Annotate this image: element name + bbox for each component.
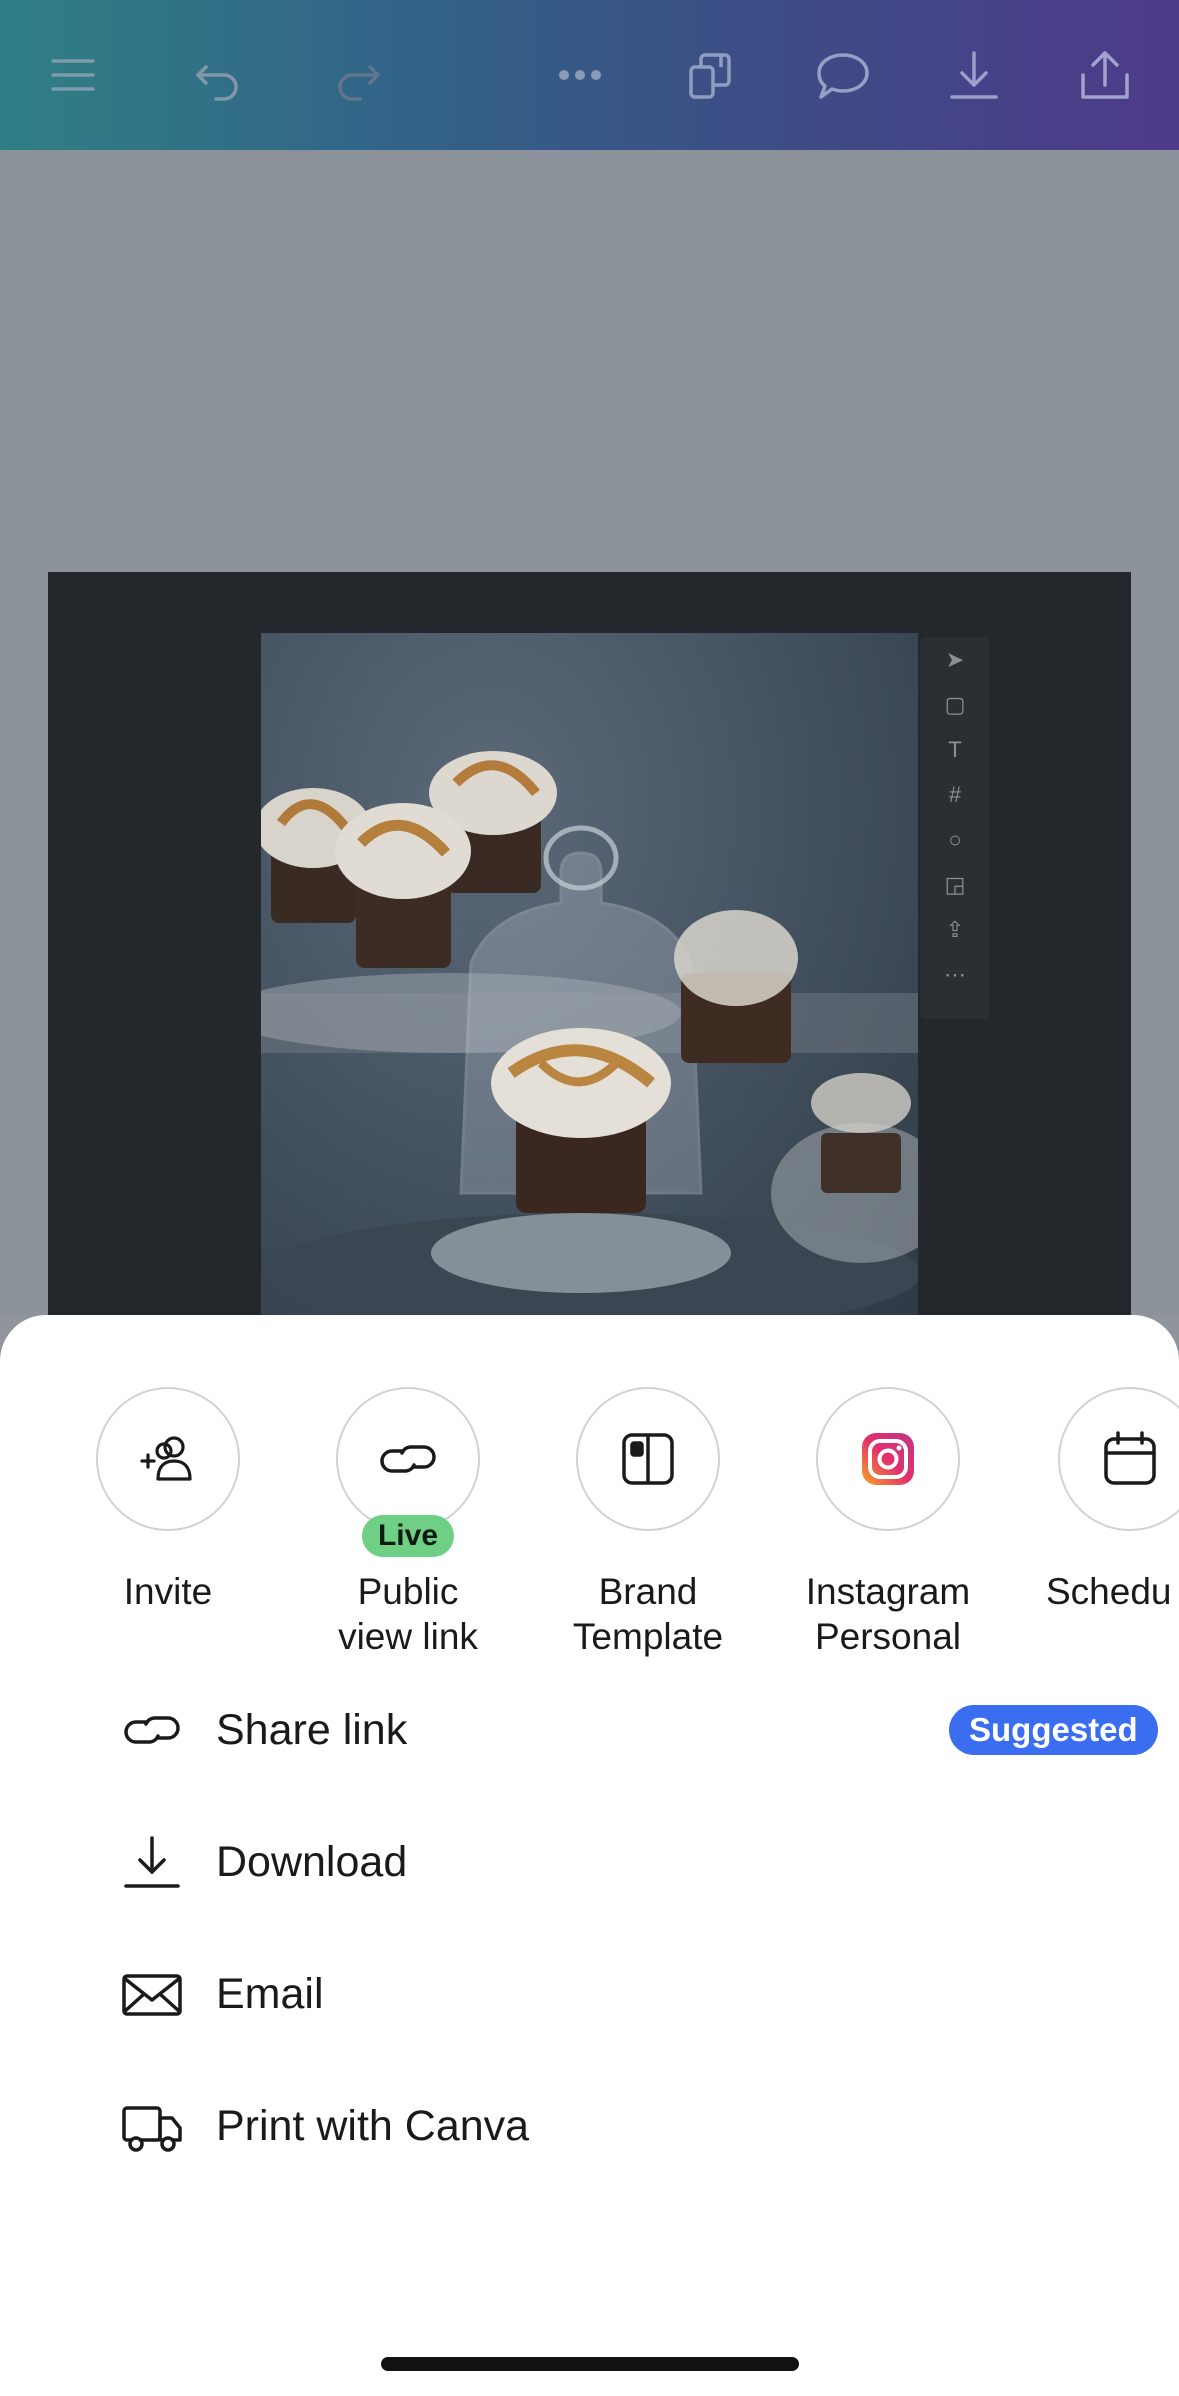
print-label: Print with Canva — [216, 2101, 530, 2150]
share-option-label: Instagram Personal — [805, 1571, 971, 1657]
email-label: Email — [216, 1969, 324, 2018]
brand-template-button[interactable] — [576, 1387, 720, 1531]
share-link-row[interactable]: Share link Suggested — [120, 1685, 1158, 1775]
schedule-button[interactable] — [1058, 1387, 1179, 1531]
top-toolbar — [0, 0, 1179, 150]
print-row[interactable]: Print with Canva — [120, 2081, 1060, 2171]
suggested-badge: Suggested — [949, 1705, 1158, 1755]
more-icon[interactable] — [545, 40, 615, 110]
add-user-icon — [140, 1436, 192, 1481]
grid-icon[interactable]: # — [920, 772, 990, 817]
pages-icon[interactable] — [676, 40, 746, 110]
comment-icon[interactable] — [808, 40, 878, 110]
download-icon[interactable] — [939, 40, 1009, 110]
live-badge: Live — [361, 1515, 455, 1557]
share-link-label: Share link — [216, 1705, 408, 1754]
public-view-link-button[interactable]: Live — [336, 1387, 480, 1557]
pointer-icon[interactable]: ➤ — [920, 637, 990, 682]
instagram-button[interactable] — [816, 1387, 960, 1531]
more-tools-icon[interactable]: ⋯ — [920, 952, 990, 997]
link-icon — [124, 1716, 180, 1744]
share-option-public-view-link[interactable]: Live Public view link — [318, 1387, 498, 1659]
text-tool-icon[interactable]: T — [920, 727, 990, 772]
frame-icon[interactable]: ▢ — [920, 682, 990, 727]
invite-button[interactable] — [96, 1387, 240, 1531]
share-option-invite[interactable]: Invite — [78, 1387, 258, 1614]
truck-icon — [122, 2106, 182, 2152]
share-option-brand-template[interactable]: Brand Template — [558, 1387, 738, 1659]
upload-icon[interactable]: ⇪ — [920, 907, 990, 952]
share-option-label: Public view link — [338, 1571, 478, 1657]
link-icon — [380, 1445, 436, 1473]
share-option-instagram[interactable]: Instagram Personal — [798, 1387, 978, 1659]
home-indicator[interactable] — [381, 2357, 799, 2371]
cupcake-photo[interactable] — [261, 633, 918, 1323]
download-icon — [124, 1836, 180, 1888]
calendar-icon — [1104, 1431, 1156, 1485]
share-option-label: Brand Template — [572, 1571, 724, 1657]
sticky-note-icon[interactable]: ◲ — [920, 862, 990, 907]
undo-icon[interactable] — [183, 40, 253, 110]
email-row[interactable]: Email — [120, 1949, 1060, 2039]
share-option-label: Schedu — [1046, 1571, 1172, 1612]
share-sheet: Invite Live Public view link Brand Templ… — [0, 1315, 1179, 2396]
menu-icon[interactable] — [38, 40, 108, 110]
email-icon — [122, 1974, 182, 2016]
download-label: Download — [216, 1837, 408, 1886]
circle-shape-icon[interactable]: ○ — [920, 817, 990, 862]
share-icon[interactable] — [1070, 40, 1140, 110]
instagram-icon — [862, 1433, 914, 1485]
brand-template-icon — [622, 1433, 674, 1485]
share-option-schedule[interactable]: Schedu — [1038, 1387, 1179, 1614]
share-option-label: Invite — [123, 1571, 213, 1612]
redo-icon[interactable] — [323, 40, 393, 110]
download-row[interactable]: Download — [120, 1817, 1060, 1907]
side-tool-panel: ➤ ▢ T # ○ ◲ ⇪ ⋯ — [920, 637, 990, 1019]
